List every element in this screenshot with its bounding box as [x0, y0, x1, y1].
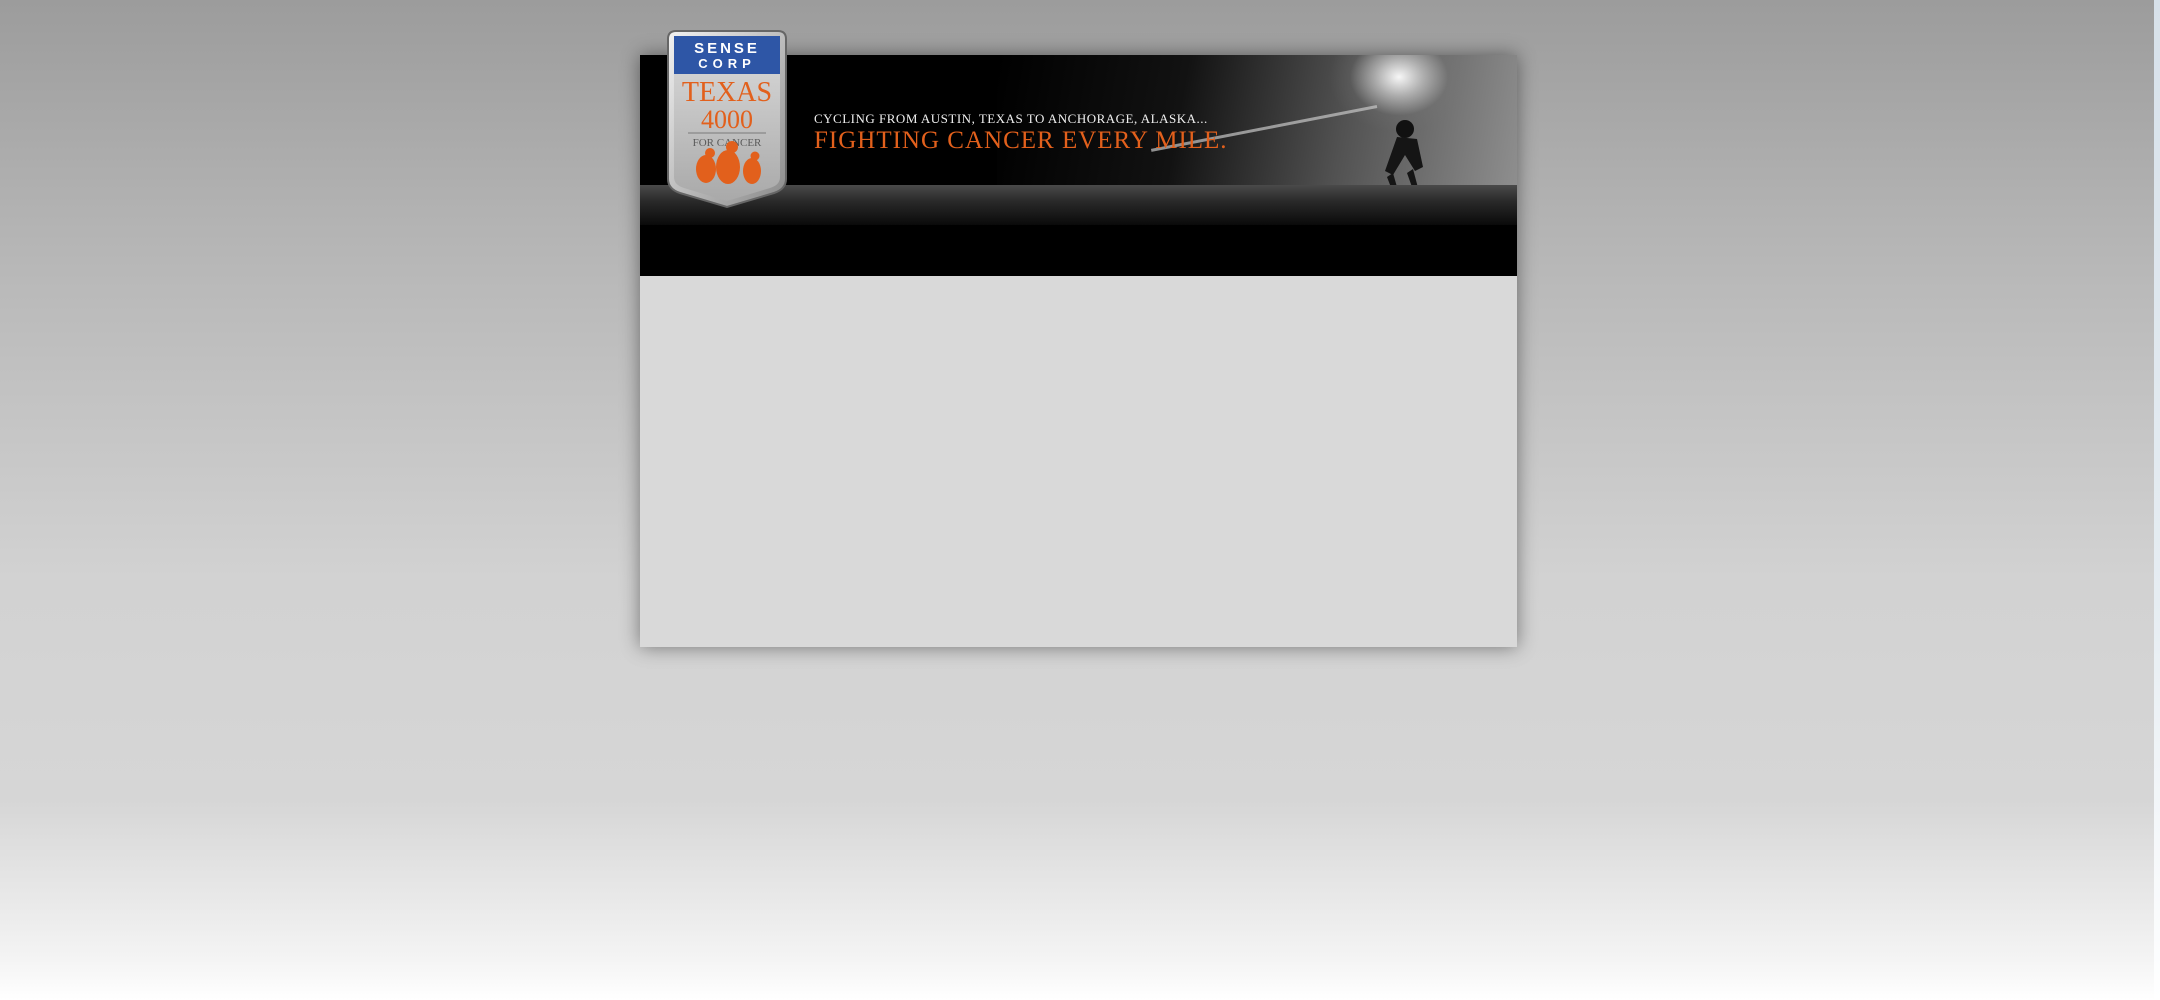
main-content [640, 276, 1517, 647]
logo-corp-text: CORP [698, 56, 756, 71]
page-edge [2154, 0, 2160, 1000]
logo-number-text: 4000 [701, 105, 753, 134]
tagline-route: CYCLING FROM AUSTIN, TEXAS TO ANCHORAGE,… [814, 111, 1208, 126]
texas-4000-logo[interactable]: SENSE CORP TEXAS 4000 FOR CANCER [662, 29, 792, 209]
tagline-slogan: FIGHTING CANCER EVERY MILE. [814, 127, 1228, 154]
header-tagline: CYCLING FROM AUSTIN, TEXAS TO ANCHORAGE,… [814, 111, 1334, 155]
logo-title-text: TEXAS [682, 77, 772, 108]
logo-sense-text: SENSE [694, 40, 760, 57]
page-wrapper: CYCLING FROM AUSTIN, TEXAS TO ANCHORAGE,… [640, 30, 1517, 647]
